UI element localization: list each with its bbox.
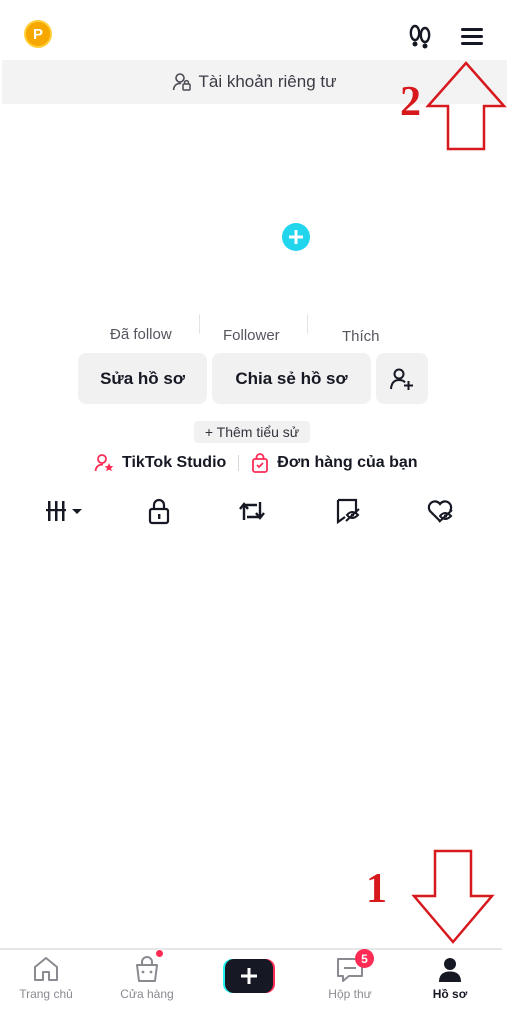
- divider: [238, 455, 240, 471]
- annotation-number-2: 2: [400, 79, 421, 125]
- bottom-nav-divider: [0, 948, 502, 950]
- divider: [307, 314, 308, 334]
- shop-notification-dot: [155, 949, 164, 958]
- followers-label[interactable]: Follower: [223, 327, 280, 344]
- home-icon: [34, 957, 58, 981]
- tiktok-studio-icon: [94, 454, 114, 472]
- add-bio-button[interactable]: + Thêm tiểu sử: [194, 421, 310, 443]
- divider: [199, 314, 200, 334]
- profile-links: TikTok Studio Đơn hàng của bạn: [94, 450, 418, 476]
- nav-inbox[interactable]: 5 Hộp thư: [305, 949, 395, 1015]
- private-user-icon: [173, 73, 192, 91]
- liked-icon[interactable]: [425, 496, 455, 526]
- repost-icon[interactable]: [237, 496, 267, 526]
- shop-bag-icon: [136, 956, 158, 982]
- nav-home-label: Trang chủ: [19, 987, 73, 1001]
- nav-shop[interactable]: Cửa hàng: [102, 949, 192, 1015]
- annotation-number-1: 1: [366, 866, 387, 912]
- annotation-arrow-down: [411, 849, 495, 944]
- nav-home[interactable]: Trang chủ: [1, 955, 91, 1015]
- nav-profile-label: Hồ sơ: [432, 987, 468, 1001]
- inbox-badge: 5: [355, 949, 374, 968]
- tiktok-studio-link[interactable]: TikTok Studio: [122, 454, 226, 472]
- nav-profile[interactable]: Hồ sơ: [405, 955, 495, 1015]
- following-label[interactable]: Đã follow: [110, 326, 172, 343]
- annotation-arrow-up: [425, 61, 507, 151]
- footprints-icon[interactable]: [406, 22, 434, 50]
- share-profile-button[interactable]: Chia sẻ hồ sơ: [212, 353, 371, 404]
- favorites-icon[interactable]: [332, 496, 362, 526]
- plus-icon: [289, 230, 303, 244]
- nav-shop-label: Cửa hàng: [120, 987, 174, 1001]
- private-account-label: Tài khoản riêng tư: [198, 72, 337, 91]
- create-plus-icon: [241, 968, 257, 984]
- orders-bag-icon: [252, 453, 269, 473]
- coin-letter: P: [32, 25, 43, 43]
- coin-icon[interactable]: P: [24, 20, 52, 48]
- add-user-icon: [390, 368, 413, 390]
- create-button[interactable]: [223, 959, 275, 993]
- orders-link[interactable]: Đơn hàng của bạn: [277, 454, 417, 472]
- add-friends-button[interactable]: [376, 353, 428, 404]
- edit-profile-label: Sửa hồ sơ: [100, 368, 185, 388]
- share-profile-label: Chia sẻ hồ sơ: [235, 368, 348, 388]
- add-bio-label: + Thêm tiểu sử: [204, 424, 300, 440]
- likes-label[interactable]: Thích: [342, 328, 380, 345]
- profile-icon: [439, 958, 461, 982]
- edit-profile-button[interactable]: Sửa hồ sơ: [78, 353, 207, 404]
- lock-icon[interactable]: [144, 496, 174, 526]
- add-avatar-button[interactable]: [282, 223, 310, 251]
- nav-inbox-label: Hộp thư: [328, 987, 372, 1001]
- menu-icon[interactable]: [458, 24, 486, 48]
- videos-grid-icon[interactable]: [46, 496, 86, 526]
